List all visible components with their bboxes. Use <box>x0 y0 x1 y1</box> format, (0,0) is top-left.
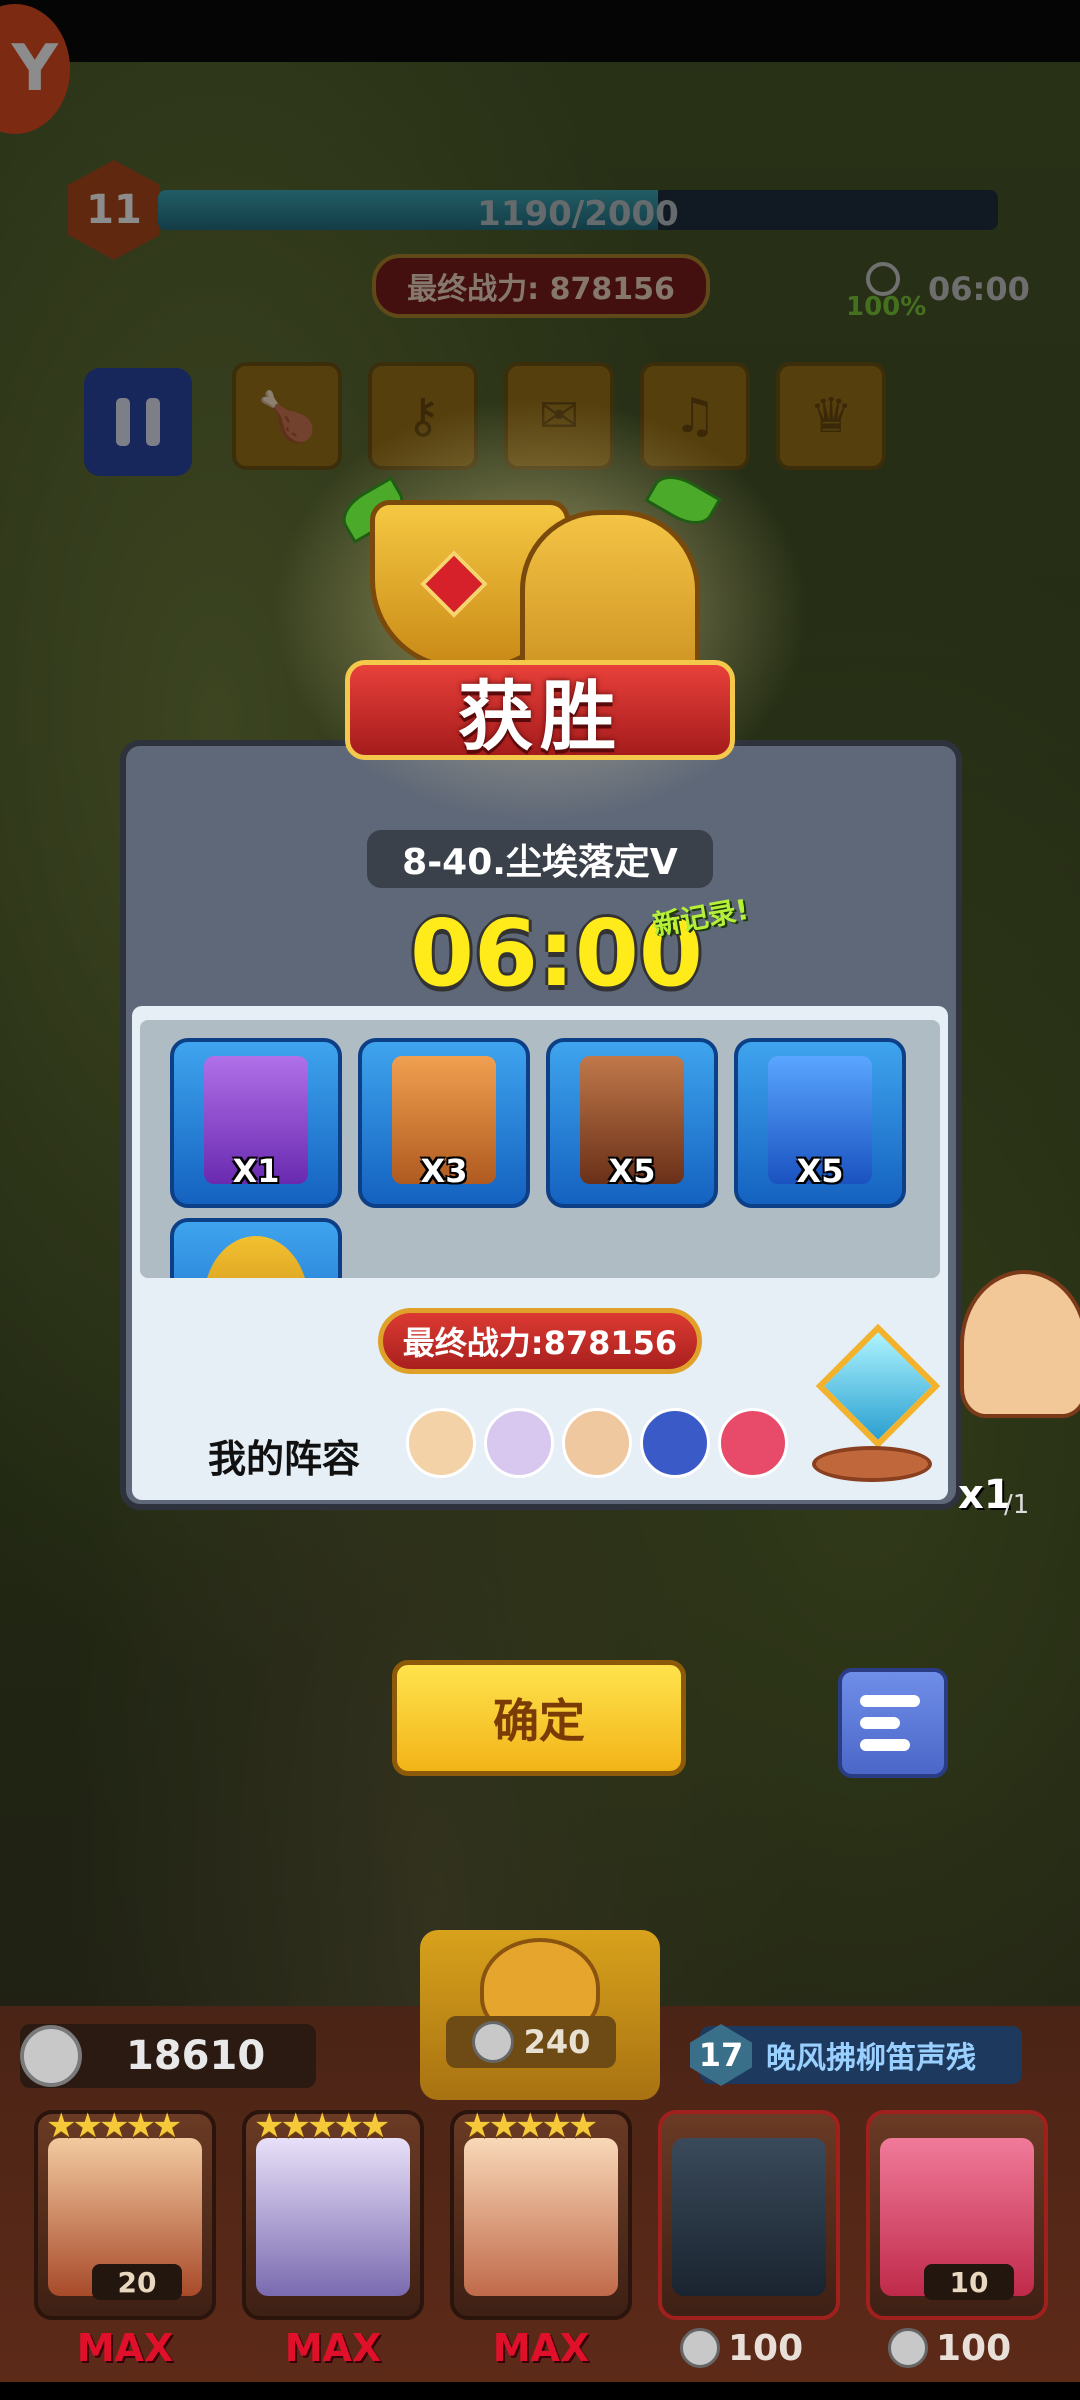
hero-cost-value: 100 <box>728 2327 804 2369</box>
victory-title: 获胜 <box>458 672 622 761</box>
trophy-base <box>812 1446 932 1482</box>
event-tag[interactable]: 17 晚风拂柳笛声残 <box>690 2024 1022 2086</box>
pirate-hero-card[interactable]: X3 <box>358 1038 530 1208</box>
hero-card[interactable]: 10 <box>866 2110 1048 2320</box>
summon-cost-value: 240 <box>523 2023 591 2061</box>
victory-trophy: 获胜 <box>250 380 830 840</box>
blue-ninja-hero-card[interactable]: X5 <box>734 1038 906 1208</box>
hero-art <box>672 2138 826 2296</box>
reward-list: X1 X3 X5 X5 <box>140 1020 940 1278</box>
lineup-avatar <box>484 1408 554 1478</box>
event-name: 晚风拂柳笛声残 <box>766 2041 976 2076</box>
hero-card[interactable]: ★★★★★ <box>242 2106 424 2320</box>
coin-value: 18610 <box>126 2033 266 2079</box>
diamond-gem <box>815 1323 941 1449</box>
reward-qty: X3 <box>420 1152 468 1190</box>
max-label: MAX <box>492 2326 590 2370</box>
star-rating: ★★★★★ <box>254 2106 390 2146</box>
minion-hero-card[interactable]: X1 <box>170 1038 342 1208</box>
hero-cost: 100 <box>680 2322 830 2374</box>
reward-qty: X1 <box>232 1152 280 1190</box>
coin-counter: 18610 <box>20 2024 316 2088</box>
hero-art <box>256 2138 410 2296</box>
final-power-badge: 最终战力:878156 <box>378 1308 702 1374</box>
max-label: MAX <box>284 2326 382 2370</box>
lineup-label: 我的阵容 <box>208 1437 361 1481</box>
lineup-avatar <box>406 1408 476 1478</box>
side-hero-portrait <box>960 1270 1080 1418</box>
nav-bar <box>0 2382 1080 2400</box>
max-label: MAX <box>76 2326 174 2370</box>
hero-card[interactable] <box>658 2110 840 2320</box>
summon-cost: 240 <box>446 2016 616 2068</box>
lineup-avatar <box>718 1408 788 1478</box>
star-rating: ★★★★★ <box>462 2106 598 2146</box>
confirm-button[interactable]: 确定 <box>392 1660 686 1776</box>
partial-reward-card[interactable] <box>170 1218 342 1278</box>
lineup-avatar <box>640 1408 710 1478</box>
crown-coin-icon <box>888 2328 928 2368</box>
hero-card[interactable]: ★★★★★ 20 <box>34 2106 216 2320</box>
hero-art <box>464 2138 618 2296</box>
victory-ribbon: 获胜 <box>345 660 735 761</box>
hero-level: 10 <box>924 2264 1014 2300</box>
star-rating: ★★★★★ <box>46 2106 182 2146</box>
goggles-hero-card[interactable]: X5 <box>546 1038 718 1208</box>
hero-level: 20 <box>92 2264 182 2300</box>
hero-cost: 100 <box>888 2322 1038 2374</box>
diamond-trophy-icon <box>812 1323 941 1482</box>
lineup-avatar <box>562 1408 632 1478</box>
details-list-button[interactable] <box>838 1668 948 1778</box>
hero-card[interactable]: ★★★★★ <box>450 2106 632 2320</box>
list-line-icon <box>860 1739 910 1751</box>
list-line-icon <box>860 1717 900 1729</box>
summon-button[interactable] <box>420 1930 660 2100</box>
crown-coin-icon <box>680 2328 720 2368</box>
hero-cost-value: 100 <box>936 2327 1012 2369</box>
clear-time: 06:00 <box>410 900 703 1007</box>
reward-qty: X5 <box>796 1152 844 1190</box>
reward-qty: X5 <box>608 1152 656 1190</box>
crown-coin-icon <box>471 2021 514 2063</box>
list-line-icon <box>860 1695 920 1707</box>
crown-coin-icon <box>20 2025 82 2087</box>
coin-icon <box>204 1236 308 1278</box>
side-hero-sub: /1 <box>1004 1490 1030 1520</box>
